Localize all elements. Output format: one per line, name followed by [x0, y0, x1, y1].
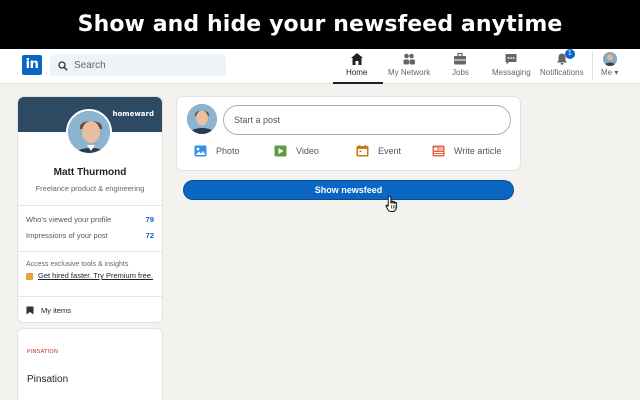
photo-icon	[194, 145, 207, 157]
nav-label: Notifications	[540, 68, 584, 77]
stat-post-impressions[interactable]: Impressions of your post 72	[26, 231, 154, 240]
action-label: Write article	[454, 146, 502, 156]
briefcase-icon	[453, 52, 467, 66]
avatar	[602, 52, 617, 66]
linkedin-logo[interactable]: in	[22, 55, 42, 75]
promo-banner: Show and hide your newsfeed anytime	[0, 0, 640, 49]
video-button[interactable]: Video	[274, 145, 319, 157]
video-icon	[274, 145, 287, 157]
show-newsfeed-button[interactable]: Show newsfeed	[183, 180, 514, 200]
premium-link[interactable]: Get hired faster. Try Premium free.	[38, 271, 153, 281]
bookmark-icon	[26, 306, 34, 315]
divider	[18, 296, 162, 297]
stat-label: Impressions of your post	[26, 231, 108, 240]
divider	[18, 251, 162, 252]
stat-value: 72	[145, 231, 154, 240]
avatar[interactable]	[187, 104, 217, 134]
premium-icon	[26, 273, 33, 280]
nav-messaging[interactable]: Messaging	[492, 52, 531, 84]
article-icon	[432, 145, 445, 157]
active-tab-indicator	[333, 82, 383, 84]
profile-photo[interactable]	[66, 109, 112, 155]
premium-promo: Get hired faster. Try Premium free.	[26, 271, 156, 281]
action-label: Event	[378, 146, 402, 156]
nav-label: Messaging	[492, 68, 531, 77]
message-icon	[504, 52, 518, 66]
nav-jobs[interactable]: Jobs	[452, 52, 469, 84]
my-items-label: My items	[41, 306, 71, 315]
cover-brand-logo: homeward	[112, 110, 155, 118]
stat-label: Who's viewed your profile	[26, 215, 112, 224]
event-icon	[356, 145, 369, 157]
nav-label: Jobs	[452, 68, 469, 77]
nav-label: Me ▾	[601, 68, 619, 77]
home-icon	[350, 52, 364, 66]
nav-label: Home	[346, 68, 368, 77]
my-items-link[interactable]: My items	[26, 306, 71, 315]
action-label: Photo	[216, 146, 240, 156]
search-input[interactable]	[74, 60, 214, 71]
profile-card: homeward Matt Thurmond Freelance product…	[18, 97, 162, 322]
search-bar[interactable]	[50, 55, 226, 76]
start-post-button[interactable]: Start a post	[223, 105, 511, 135]
profile-name[interactable]: Matt Thurmond	[18, 167, 162, 178]
nav-me[interactable]: Me ▾	[601, 52, 618, 84]
search-icon	[58, 60, 68, 71]
notification-badge: 1	[564, 49, 575, 59]
pinsation-card: PINSATION Pinsation	[18, 329, 162, 400]
stat-profile-views[interactable]: Who's viewed your profile 79	[26, 215, 154, 224]
pinsation-name[interactable]: Pinsation	[27, 374, 68, 385]
premium-promo-text: Access exclusive tools & insights	[26, 261, 129, 268]
share-box: Start a post Photo Video Event Write art…	[177, 97, 520, 170]
nav-home[interactable]: Home	[346, 52, 367, 84]
divider	[18, 205, 162, 206]
event-button[interactable]: Event	[356, 145, 401, 157]
nav-label: My Network	[388, 68, 431, 77]
stat-value: 79	[145, 215, 154, 224]
network-icon	[402, 52, 416, 66]
photo-button[interactable]: Photo	[194, 145, 240, 157]
nav-divider	[592, 52, 593, 80]
banner-title: Show and hide your newsfeed anytime	[77, 12, 563, 37]
top-navbar: in Home My Network Jobs Messaging 1 Noti…	[0, 49, 640, 84]
write-article-button[interactable]: Write article	[432, 145, 501, 157]
nav-notifications[interactable]: 1 Notifications	[540, 49, 584, 84]
bell-icon: 1	[555, 49, 575, 66]
profile-headline: Freelance product & engineering	[35, 184, 145, 193]
caret-down-icon: ▾	[614, 68, 619, 77]
nav-my-network[interactable]: My Network	[388, 52, 430, 84]
hand-cursor-icon	[385, 195, 397, 212]
action-label: Video	[296, 146, 319, 156]
pinsation-logo: PINSATION	[27, 349, 59, 355]
